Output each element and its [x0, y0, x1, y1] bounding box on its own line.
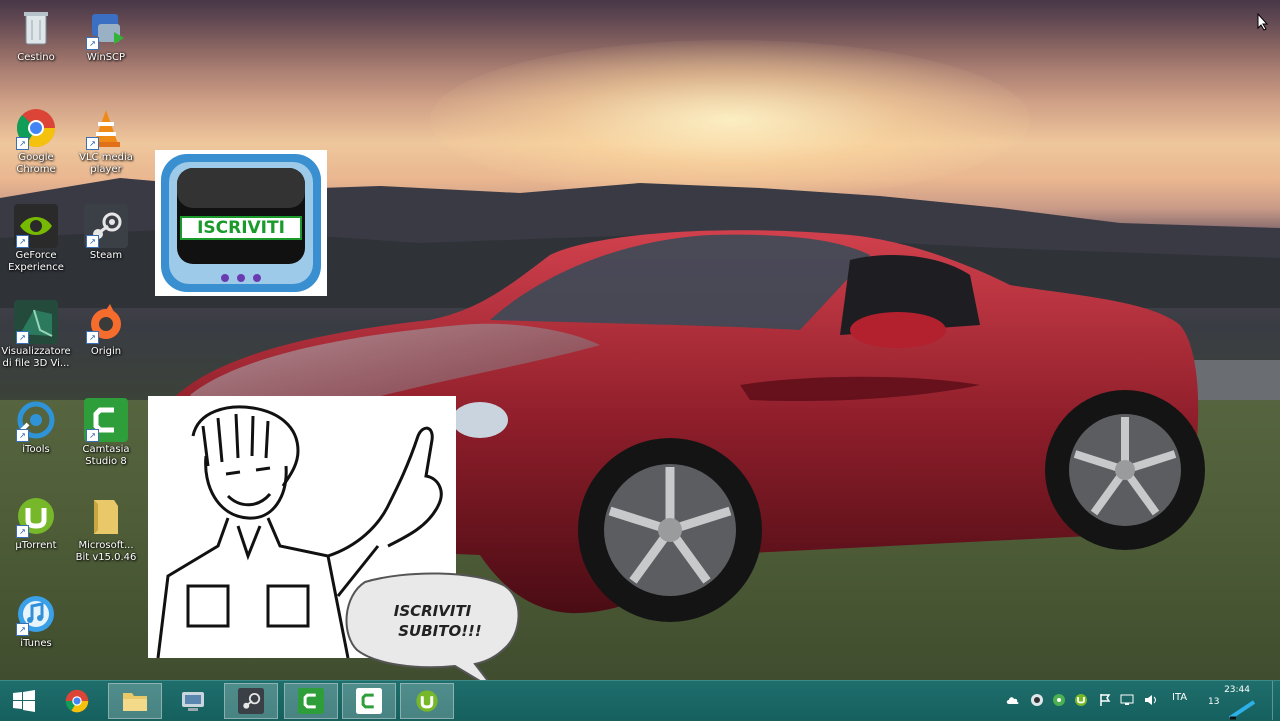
- start-button[interactable]: [0, 683, 48, 719]
- mouse-cursor-icon: [1257, 13, 1269, 31]
- desktop-icon-vlc[interactable]: ↗ VLC media player: [70, 106, 142, 176]
- tray-camera-icon[interactable]: [1052, 692, 1066, 706]
- 3d-viewer-icon: ↗: [14, 300, 58, 344]
- shortcut-arrow-icon: ↗: [16, 429, 29, 442]
- desktop-icon-label: iTunes: [20, 638, 52, 649]
- shortcut-arrow-icon: ↗: [86, 235, 99, 248]
- desktop-icon-origin[interactable]: ↗ Origin: [70, 300, 142, 358]
- shortcut-arrow-icon: ↗: [86, 331, 99, 344]
- desktop-icon-label: GeForce Experience: [8, 250, 64, 273]
- shortcut-arrow-icon: ↗: [16, 235, 29, 248]
- desktop-icon-itunes[interactable]: ↗ iTunes: [0, 592, 72, 650]
- desktop-icon-label: WinSCP: [86, 52, 126, 63]
- bubble-text-line-2: SUBITO!!!: [398, 622, 482, 640]
- show-desktop-button[interactable]: [1272, 681, 1280, 720]
- desktop-icon-microsoft-folder[interactable]: Microsoft... Bit v15.0.46: [70, 494, 142, 564]
- taskbar-steam[interactable]: [224, 683, 278, 719]
- shortcut-arrow-icon: ↗: [86, 137, 99, 150]
- taskbar-chrome[interactable]: [50, 683, 104, 719]
- desktop-icon-label: Camtasia Studio 8: [82, 444, 130, 467]
- desktop-icon-winscp[interactable]: ↗ WinSCP: [70, 6, 142, 64]
- onedrive-cloud-icon[interactable]: [1006, 692, 1020, 706]
- folder-icon: [123, 693, 147, 711]
- desktop-icon-label: VLC media player: [79, 152, 133, 175]
- utorrent-icon: [416, 690, 438, 712]
- chrome-icon: [65, 689, 89, 713]
- desktop-icon-google-chrome[interactable]: ↗ Google Chrome: [0, 106, 72, 176]
- desktop-icon-recycle-bin[interactable]: Cestino: [0, 6, 72, 64]
- shortcut-arrow-icon: ↗: [16, 331, 29, 344]
- shortcut-arrow-icon: ↗: [16, 137, 29, 150]
- taskbar-utorrent[interactable]: [400, 683, 454, 719]
- speech-bubble: ISCRIVITI SUBITO!!!: [345, 572, 520, 692]
- nvidia-eye-icon: ↗: [14, 204, 58, 248]
- tray-app-icon[interactable]: [1030, 692, 1044, 706]
- camtasia-icon: [298, 688, 324, 714]
- subscribe-tv-overlay[interactable]: ISCRIVITI: [155, 150, 327, 296]
- camtasia-recorder-icon: [356, 688, 382, 714]
- chrome-icon: ↗: [14, 106, 58, 150]
- desktop-icon-itools[interactable]: ↗ iTools: [0, 398, 72, 456]
- desktop-icon-label: Origin: [90, 346, 122, 357]
- vlc-cone-icon: ↗: [84, 106, 128, 150]
- steam-icon: ↗: [84, 204, 128, 248]
- desktop-icon-geforce-experience[interactable]: ↗ GeForce Experience: [0, 204, 72, 274]
- desktop-icon-utorrent[interactable]: ↗ µTorrent: [0, 494, 72, 552]
- shortcut-arrow-icon: ↗: [86, 37, 99, 50]
- winscp-icon: ↗: [84, 6, 128, 50]
- clock-time: 23:44: [1224, 685, 1250, 695]
- desktop-icon-label: Cestino: [17, 52, 55, 63]
- desktop-icon-label: Microsoft... Bit v15.0.46: [75, 540, 137, 563]
- desktop-icon-label: Steam: [89, 250, 123, 261]
- desktop-icon-3d-viewer[interactable]: ↗ Visualizzatore di file 3D Vi...: [0, 300, 72, 370]
- network-icon[interactable]: [1120, 692, 1134, 706]
- desktop-icon-label: µTorrent: [15, 540, 57, 551]
- desktop-icon-label: iTools: [22, 444, 50, 455]
- itunes-icon: ↗: [14, 592, 58, 636]
- tray-flag-icon[interactable]: [1098, 692, 1112, 706]
- desktop-icon-label: Google Chrome: [16, 152, 56, 175]
- steam-icon: [238, 688, 264, 714]
- taskbar-camtasia-1[interactable]: [284, 683, 338, 719]
- bubble-text-line-1: ISCRIVITI: [393, 602, 472, 620]
- desktop-icon-camtasia[interactable]: ↗ Camtasia Studio 8: [70, 398, 142, 468]
- pen-annotation-icon: [1228, 700, 1256, 720]
- taskbar-control-panel[interactable]: [166, 683, 220, 719]
- volume-icon[interactable]: [1144, 692, 1158, 706]
- tv-subscribe-text: ISCRIVITI: [180, 216, 302, 240]
- input-language-indicator[interactable]: ITA: [1172, 692, 1187, 703]
- recycle-bin-icon: [14, 6, 58, 50]
- shortcut-arrow-icon: ↗: [16, 623, 29, 636]
- desktop-icon-steam[interactable]: ↗ Steam: [70, 204, 142, 262]
- windows-logo-icon: [13, 690, 35, 712]
- origin-icon: ↗: [84, 300, 128, 344]
- desktop-icon-label: Visualizzatore di file 3D Vi...: [1, 346, 71, 369]
- utorrent-icon: ↗: [14, 494, 58, 538]
- folder-icon: [84, 494, 128, 538]
- itools-icon: ↗: [14, 398, 58, 442]
- taskbar-file-explorer[interactable]: [108, 683, 162, 719]
- control-panel-icon: [182, 692, 204, 711]
- taskbar-camtasia-2[interactable]: [342, 683, 396, 719]
- tray-utorrent-icon[interactable]: [1074, 692, 1088, 706]
- shortcut-arrow-icon: ↗: [16, 525, 29, 538]
- taskbar: [0, 680, 1280, 721]
- camtasia-icon: ↗: [84, 398, 128, 442]
- shortcut-arrow-icon: ↗: [86, 429, 99, 442]
